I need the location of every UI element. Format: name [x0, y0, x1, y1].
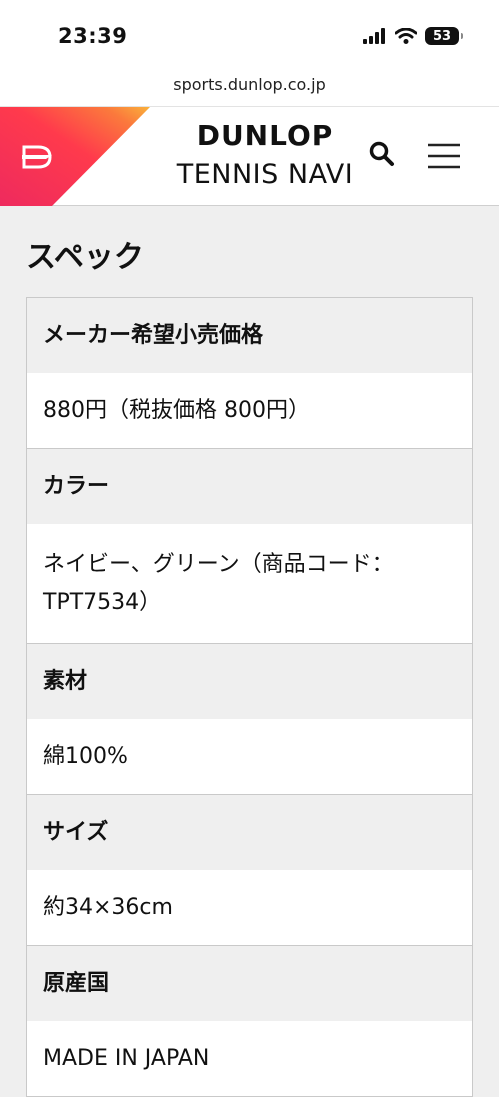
spec-label-material: 素材: [27, 644, 472, 719]
spec-value-origin: MADE IN JAPAN: [27, 1021, 472, 1097]
wifi-icon: [395, 28, 417, 44]
spec-value-color: ネイビー、グリーン（商品コード：TPT7534）: [27, 524, 472, 644]
search-icon[interactable]: [368, 140, 396, 168]
dunlop-logo-icon[interactable]: [0, 107, 150, 206]
spec-label-price: メーカー希望小売価格: [27, 298, 472, 373]
brand-title[interactable]: DUNLOP: [160, 119, 370, 152]
url-bar[interactable]: sports.dunlop.co.jp: [0, 68, 499, 106]
spec-table: メーカー希望小売価格 880円（税抜価格 800円） カラー ネイビー、グリーン…: [26, 297, 473, 1097]
spec-section-title: スペック: [26, 240, 144, 275]
brand-subtitle[interactable]: TENNIS NAVI: [160, 159, 370, 190]
status-time: 23:39: [58, 24, 128, 48]
spec-label-color: カラー: [27, 449, 472, 524]
spec-label-size: サイズ: [27, 795, 472, 870]
spec-value-price: 880円（税抜価格 800円）: [27, 373, 472, 449]
status-bar: 23:39 53: [0, 0, 499, 68]
url-text: sports.dunlop.co.jp: [173, 75, 326, 94]
hamburger-menu-icon[interactable]: [426, 142, 462, 170]
battery-icon: 53: [425, 27, 463, 45]
cellular-signal-icon: [363, 28, 385, 44]
status-icons: 53: [363, 27, 463, 45]
spec-label-origin: 原産国: [27, 946, 472, 1021]
site-header: DUNLOP TENNIS NAVI: [0, 106, 499, 206]
spec-value-size: 約34×36cm: [27, 870, 472, 946]
spec-value-material: 綿100%: [27, 719, 472, 795]
